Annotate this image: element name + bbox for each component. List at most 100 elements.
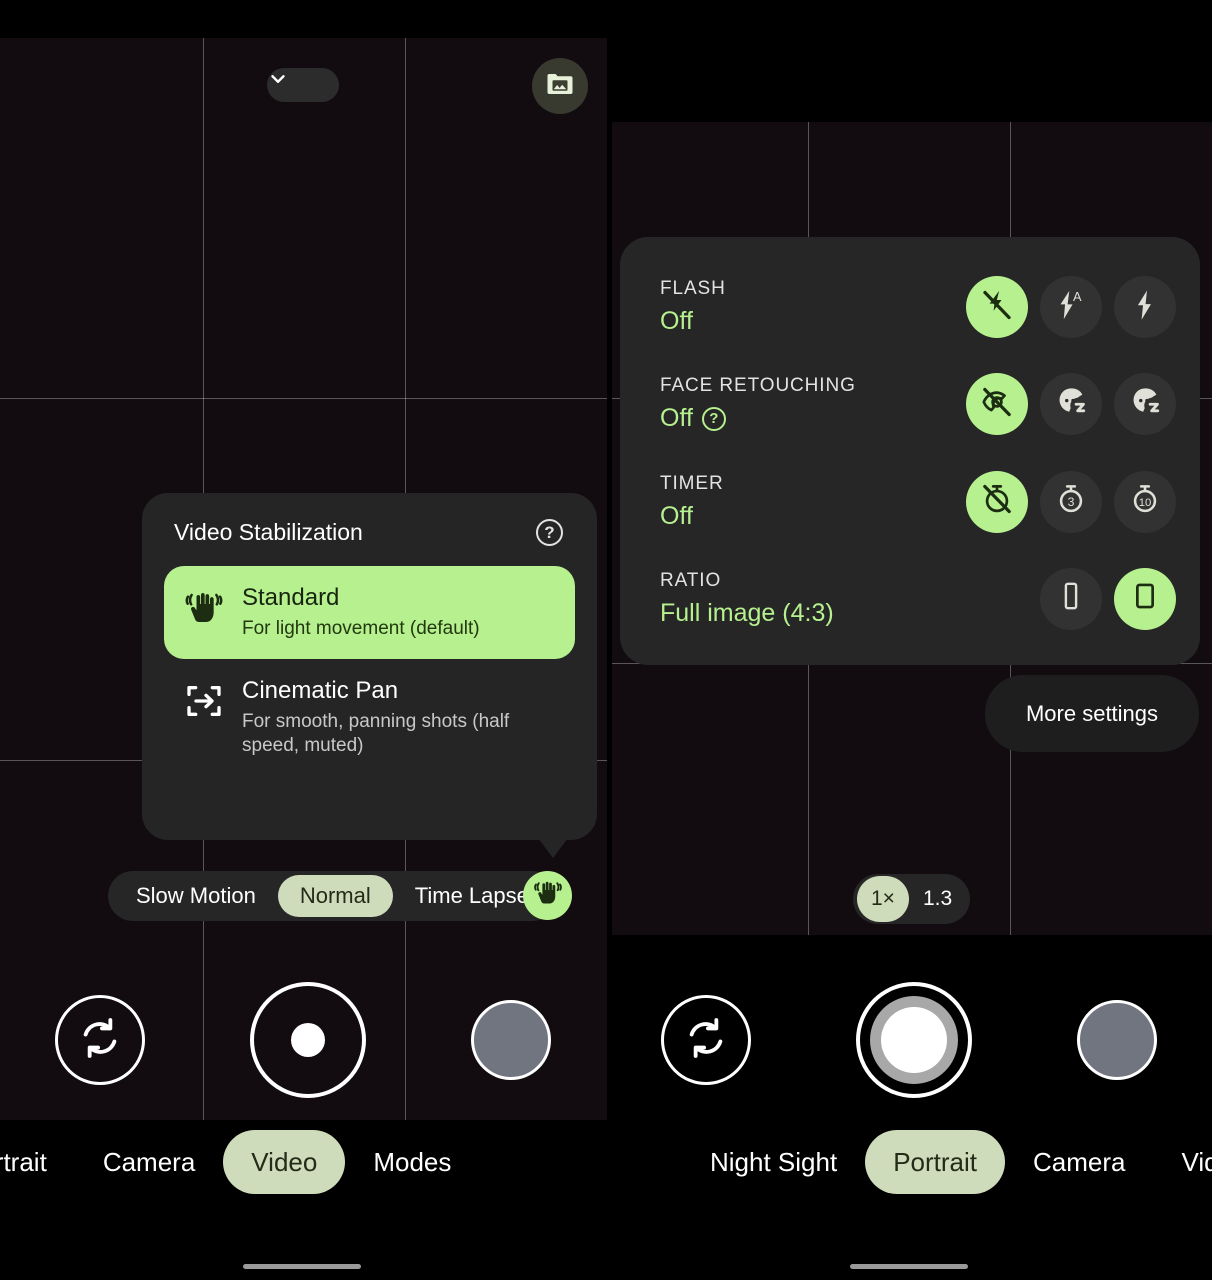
video-speed-selector: Slow Motion Normal Time Lapse (108, 871, 557, 921)
setting-row-ratio: RATIO Full image (4:3) (660, 551, 1176, 647)
setting-row-text: TIMER Off (660, 473, 966, 531)
record-dot-icon (291, 1023, 325, 1057)
speed-option-slow-motion[interactable]: Slow Motion (114, 875, 278, 917)
mode-selector-left: Portrait Camera Video Modes (0, 1130, 479, 1194)
help-icon[interactable]: ? (536, 519, 563, 546)
ratio-option-group (966, 567, 1176, 630)
timer-option-group: 3 10 (966, 470, 1176, 533)
setting-row-text: FLASH Off (660, 278, 966, 336)
mode-item-night-sight[interactable]: Night Sight (682, 1130, 865, 1194)
stabilization-option-description: For light movement (default) (242, 618, 480, 639)
stabilization-option-standard[interactable]: Standard For light movement (default) (164, 566, 575, 659)
setting-value: Off ? (660, 404, 966, 433)
camera-flip-button[interactable] (55, 995, 145, 1085)
face-retouch-smooth-option[interactable] (1114, 373, 1176, 436)
camera-flip-icon (683, 1015, 729, 1066)
mode-item-portrait[interactable]: Portrait (865, 1130, 1005, 1194)
svg-text:A: A (1073, 289, 1082, 304)
mode-item-portrait[interactable]: Portrait (0, 1130, 75, 1194)
face-retouch-off-option[interactable] (966, 373, 1028, 436)
setting-label: RATIO (660, 569, 722, 591)
ratio-4-3-icon (1128, 579, 1162, 618)
setting-row-text: FACE RETOUCHING Off ? (660, 375, 966, 433)
hand-shake-stabilize-icon (184, 588, 224, 628)
stabilization-option-description: For smooth, panning shots (half speed, m… (242, 710, 510, 756)
timer-10s-icon: 10 (1128, 482, 1162, 521)
setting-label: FACE RETOUCHING (660, 375, 856, 397)
stabilization-option-name: Standard (242, 584, 340, 611)
shutter-button[interactable] (856, 982, 972, 1098)
cinematic-pan-icon (184, 681, 224, 721)
zoom-option-1.3x[interactable]: 1.3 (909, 876, 966, 922)
setting-value: Off (660, 307, 966, 336)
flash-off-option[interactable] (966, 276, 1028, 338)
mode-item-video[interactable]: Video (1153, 1130, 1212, 1194)
setting-row-text: RATIO Full image (4:3) (660, 570, 966, 628)
face-retouch-natural-icon (1054, 385, 1088, 424)
zoom-selector: 1× 1.3 (853, 874, 971, 924)
chevron-down-icon (267, 75, 289, 94)
setting-value-text: Off (660, 501, 693, 530)
expand-settings-button[interactable] (267, 68, 339, 102)
camera-flip-button[interactable] (661, 995, 751, 1085)
home-indicator-right (850, 1264, 968, 1269)
setting-row-face-retouching: FACE RETOUCHING Off ? (660, 356, 1176, 452)
video-stabilization-button[interactable] (523, 871, 572, 920)
flash-on-icon (1128, 288, 1162, 327)
stabilization-option-cinematic-pan[interactable]: Cinematic Pan For smooth, panning shots … (164, 659, 575, 776)
setting-label: FLASH (660, 278, 726, 299)
face-retouch-smooth-icon (1128, 385, 1162, 424)
ratio-4-3-option[interactable] (1114, 567, 1176, 630)
face-retouching-option-group (966, 373, 1176, 436)
timer-off-option[interactable] (966, 470, 1028, 533)
camera-flip-icon (77, 1015, 123, 1066)
popup-title: Video Stabilization (174, 519, 363, 545)
svg-text:3: 3 (1068, 495, 1075, 509)
setting-value: Full image (4:3) (660, 599, 966, 628)
stabilization-option-name: Cinematic Pan (242, 676, 399, 704)
mode-item-camera[interactable]: Camera (75, 1130, 223, 1194)
gallery-button[interactable] (532, 58, 588, 114)
flash-auto-option[interactable]: A (1040, 276, 1102, 338)
setting-value-text: Full image (4:3) (660, 598, 834, 627)
gallery-folder-icon (545, 69, 575, 104)
svg-text:10: 10 (1139, 497, 1152, 509)
face-retouch-off-icon (980, 385, 1014, 424)
setting-row-timer: TIMER Off 3 10 (660, 454, 1176, 550)
stabilization-option-text: Cinematic Pan For smooth, panning shots … (242, 677, 555, 758)
camera-app-root: FLASH Off A FACE RETOUCHING Off ? TIMER … (0, 0, 1212, 1280)
timer-3s-icon: 3 (1054, 482, 1088, 521)
stabilization-option-text: Standard For light movement (default) (242, 584, 480, 641)
timer-off-icon (980, 482, 1014, 521)
gallery-thumbnail-button[interactable] (471, 1000, 551, 1080)
flash-auto-icon: A (1054, 288, 1088, 327)
mode-item-camera[interactable]: Camera (1005, 1130, 1153, 1194)
record-button[interactable] (250, 982, 366, 1098)
more-settings-button[interactable]: More settings (985, 675, 1199, 752)
timer-3s-option[interactable]: 3 (1040, 470, 1102, 533)
setting-value-text: Off (660, 307, 693, 335)
mode-item-video[interactable]: Video (223, 1130, 346, 1194)
timer-10s-option[interactable]: 10 (1114, 470, 1176, 533)
zoom-option-1x[interactable]: 1× (857, 876, 909, 922)
help-icon[interactable]: ? (701, 406, 726, 431)
ratio-spacer (966, 568, 1028, 630)
speed-option-normal[interactable]: Normal (277, 875, 393, 917)
home-indicator-left (243, 1264, 361, 1269)
popup-header: Video Stabilization ? (174, 519, 563, 546)
gallery-thumbnail-button[interactable] (1077, 1000, 1157, 1080)
mode-item-modes[interactable]: Modes (345, 1130, 479, 1194)
setting-value: Off (660, 502, 966, 531)
video-stabilization-popup: Video Stabilization ? Standard For light… (142, 493, 597, 858)
setting-value-text: Off (660, 404, 693, 433)
shutter-inner-icon (881, 1007, 947, 1073)
mode-selector-right: Night Sight Portrait Camera Video (682, 1130, 1212, 1194)
shutter-core-icon (870, 996, 958, 1084)
setting-row-flash: FLASH Off A (660, 259, 1176, 355)
ratio-16-9-option[interactable] (1040, 567, 1102, 630)
hand-shake-stabilize-icon (533, 878, 563, 913)
flash-on-option[interactable] (1114, 276, 1176, 338)
camera-settings-panel: FLASH Off A FACE RETOUCHING Off ? TIMER … (620, 237, 1200, 665)
face-retouch-natural-option[interactable] (1040, 373, 1102, 436)
setting-label: TIMER (660, 472, 724, 494)
